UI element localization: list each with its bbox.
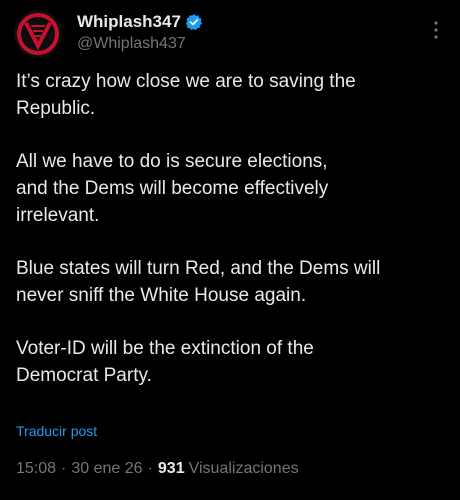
display-name[interactable]: Whiplash347 bbox=[77, 12, 181, 32]
handle[interactable]: @Whiplash437 bbox=[77, 35, 203, 53]
more-vertical-icon[interactable] bbox=[428, 18, 444, 42]
meta-separator: · bbox=[147, 460, 153, 477]
translate-post-link[interactable]: Traducir post bbox=[16, 423, 97, 439]
meta-separator: · bbox=[61, 460, 67, 477]
views-count: 931 bbox=[157, 460, 185, 477]
post-date[interactable]: 30 ene 26 bbox=[71, 460, 142, 478]
avatar[interactable] bbox=[14, 10, 62, 58]
red-circle-v-logo-icon bbox=[14, 10, 62, 58]
tweet-text: It’s crazy how close we are to saving th… bbox=[16, 68, 446, 415]
tweet-paragraph: It’s crazy how close we are to saving th… bbox=[16, 71, 356, 119]
tweet-header: Whiplash347 @Whiplash437 bbox=[14, 10, 450, 58]
tweet-meta: 15:08 · 30 ene 26 · 931 Visualizaciones bbox=[16, 460, 299, 478]
verified-badge-icon bbox=[185, 13, 203, 31]
tweet-paragraph: All we have to do is secure elections, a… bbox=[16, 151, 329, 226]
tweet-paragraph: Voter-ID will be the extinction of the D… bbox=[16, 338, 314, 386]
tweet-card: Whiplash347 @Whiplash437 It’s crazy how … bbox=[0, 0, 460, 500]
tweet-paragraph: Blue states will turn Red, and the Dems … bbox=[16, 258, 381, 306]
post-time[interactable]: 15:08 bbox=[16, 460, 56, 478]
display-name-row: Whiplash347 bbox=[77, 11, 203, 33]
author-names: Whiplash347 @Whiplash437 bbox=[77, 11, 203, 53]
views-label: Visualizaciones bbox=[188, 460, 299, 477]
